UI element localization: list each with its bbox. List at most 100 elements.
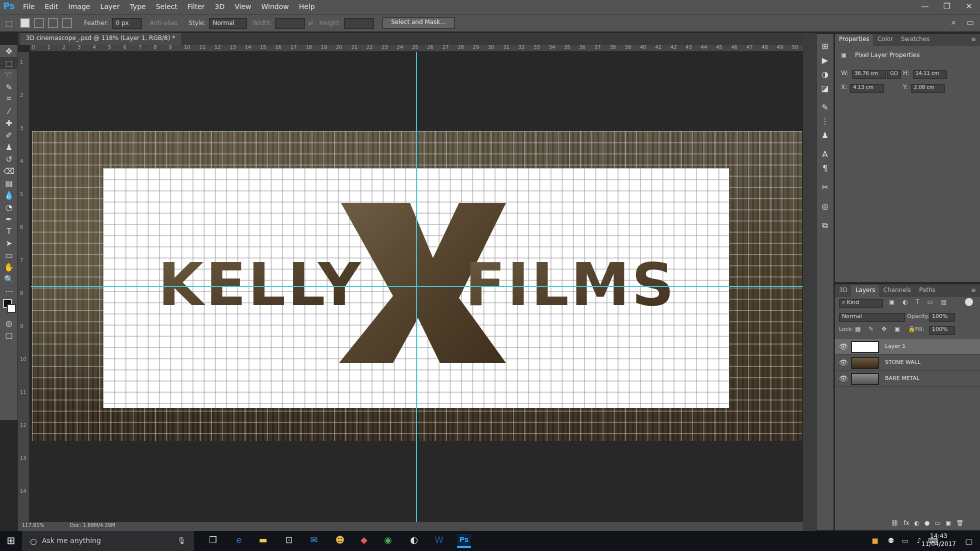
lock-icons[interactable]: ▦ ✎ ✥ ▣ 🔒 (855, 326, 919, 333)
visibility-eye-icon[interactable]: 👁 (839, 375, 848, 383)
healing-brush-tool-icon[interactable]: ✚ (0, 117, 18, 129)
edge-browser-icon[interactable]: e (232, 534, 246, 548)
new-selection-icon[interactable] (20, 18, 30, 28)
marquee-tool-preset-icon[interactable]: ⬚ (0, 17, 18, 29)
quick-mask-icon[interactable]: ◎ (0, 317, 18, 329)
visibility-eye-icon[interactable]: 👁 (839, 359, 848, 367)
screen-mode-icon[interactable]: ▢ (0, 329, 18, 341)
layer-name[interactable]: STONE WALL (885, 355, 921, 371)
microphone-icon[interactable]: 🎙 (177, 537, 186, 545)
history-panel-icon[interactable]: ⊞ (817, 40, 833, 53)
history-brush-tool-icon[interactable]: ↺ (0, 153, 18, 165)
panel-menu-icon[interactable]: ≡ (967, 34, 980, 46)
task-view-icon[interactable]: ❐ (206, 534, 220, 548)
menu-help[interactable]: Help (294, 0, 320, 14)
3d-panel-icon[interactable]: ◎ (817, 200, 833, 213)
menu-file[interactable]: File (18, 0, 40, 14)
menu-select[interactable]: Select (151, 0, 183, 14)
quick-select-tool-icon[interactable]: ✎ (0, 81, 18, 93)
tab-color[interactable]: Color (873, 34, 897, 46)
tab-swatches[interactable]: Swatches (897, 34, 934, 46)
clone-stamp-tool-icon[interactable]: ♟ (0, 141, 18, 153)
gradient-tool-icon[interactable]: ▤ (0, 177, 18, 189)
minimize-button[interactable]: — (914, 0, 936, 14)
tab-channels[interactable]: Channels (879, 285, 915, 297)
tray-network-icon[interactable]: ▭ (898, 534, 912, 548)
menu-filter[interactable]: Filter (182, 0, 209, 14)
crop-tool-icon[interactable]: ⌗ (0, 93, 18, 105)
x-input[interactable]: 4.13 cm (850, 84, 885, 93)
layer-row-bare-metal[interactable]: 👁 BARE METAL (835, 371, 980, 387)
width-input[interactable] (275, 17, 306, 29)
lasso-tool-icon[interactable]: ➰ (0, 69, 18, 81)
file-explorer-icon[interactable]: ▬ (256, 534, 270, 548)
feather-input[interactable]: 0 px (111, 17, 142, 29)
photoshop-logo[interactable]: Ps (0, 0, 18, 14)
libraries-panel-icon[interactable]: ⧉ (817, 219, 833, 232)
menu-image[interactable]: Image (63, 0, 95, 14)
word-icon[interactable]: W (432, 534, 446, 548)
tray-app-icon[interactable]: ■ (868, 534, 882, 548)
styles-panel-icon[interactable]: ◪ (817, 82, 833, 95)
taskbar-search-box[interactable]: ○ Ask me anything 🎙 (22, 531, 194, 551)
menu-type[interactable]: Type (125, 0, 151, 14)
close-button[interactable]: ✕ (958, 0, 980, 14)
zoom-tool-icon[interactable]: 🔍 (0, 273, 18, 285)
menu-edit[interactable]: Edit (40, 0, 64, 14)
w-input[interactable]: 36.76 cm (851, 70, 886, 79)
layer-name[interactable]: BARE METAL (885, 371, 920, 387)
delete-layer-icon[interactable]: 🗑 (956, 520, 964, 527)
link-dimensions-button[interactable]: GO (887, 70, 901, 79)
blend-mode-select[interactable]: Normal (839, 313, 905, 322)
layer-mask-icon[interactable]: ◐ (914, 520, 919, 527)
h-input[interactable]: 14.11 cm (912, 70, 947, 79)
brush-tool-icon[interactable]: ✐ (0, 129, 18, 141)
workspace-icon[interactable]: ▭ (966, 18, 974, 27)
new-layer-icon[interactable]: ▣ (945, 520, 951, 527)
ruler-horizontal[interactable]: 0 1 2 3 4 5 6 7 8 9 10 11 12 13 14 15 16 17 18 19 20 21 22 23 24… (30, 45, 803, 52)
link-layers-icon[interactable]: ⛓ (891, 520, 899, 527)
opacity-input[interactable]: 100% (929, 313, 955, 322)
mail-icon[interactable]: ✉ (307, 534, 321, 548)
intersect-selection-icon[interactable] (62, 18, 72, 28)
clone-source-icon[interactable]: ♟ (817, 129, 833, 142)
character-panel-icon[interactable]: A (817, 148, 833, 161)
layers-menu-icon[interactable]: ≡ (967, 285, 980, 297)
start-button-icon[interactable]: ⊞ (0, 531, 22, 551)
subtract-selection-icon[interactable] (48, 18, 58, 28)
add-selection-icon[interactable] (34, 18, 44, 28)
canvas-area[interactable]: KELLY FILMS (31, 52, 803, 522)
swap-icon[interactable]: ⇄ (308, 20, 313, 27)
layer-filter-icons[interactable]: ▣ ◐ T ▭ ▥ (889, 299, 950, 306)
layer-row-stone-wall[interactable]: 👁 STONE WALL (835, 355, 980, 371)
eyedropper-tool-icon[interactable]: ⁄ (0, 105, 18, 117)
filter-toggle-icon[interactable] (965, 298, 973, 306)
zoom-level[interactable]: 117.81% (22, 523, 44, 529)
fill-input[interactable]: 100% (929, 326, 955, 335)
menu-window[interactable]: Window (256, 0, 294, 14)
blur-tool-icon[interactable]: 💧 (0, 189, 18, 201)
y-input[interactable]: 2.08 cm (910, 84, 945, 93)
doc-size-info[interactable]: Doc: 1.88M/4.39M (70, 523, 116, 529)
select-and-mask-button[interactable]: Select and Mask... (382, 17, 455, 29)
taskbar-clock[interactable]: 14:43 11/04/2017 (921, 533, 956, 549)
path-select-tool-icon[interactable]: ➤ (0, 237, 18, 249)
tab-paths[interactable]: Paths (915, 285, 939, 297)
actions-panel-icon[interactable]: ▶ (817, 54, 833, 67)
visibility-eye-icon[interactable]: 👁 (839, 343, 848, 351)
guide-vertical[interactable] (416, 52, 417, 522)
layer-row-layer-1[interactable]: 👁 Layer 1 (835, 339, 980, 355)
hand-tool-icon[interactable]: ✋ (0, 261, 18, 273)
eraser-tool-icon[interactable]: ⌫ (0, 165, 18, 177)
app-icon-2[interactable]: ◆ (357, 534, 371, 548)
photoshop-taskbar-icon[interactable]: Ps (457, 534, 471, 548)
chrome-icon[interactable]: ◉ (381, 534, 395, 548)
marquee-tool-icon[interactable]: ⬚ (0, 57, 18, 69)
guide-horizontal[interactable] (31, 286, 803, 287)
tool-presets-icon[interactable]: ✂ (817, 181, 833, 194)
tab-3d[interactable]: 3D (835, 285, 851, 297)
brush-presets-icon[interactable]: ⋮ (817, 115, 833, 128)
layer-style-icon[interactable]: fx (904, 520, 910, 527)
dodge-tool-icon[interactable]: ◔ (0, 201, 18, 213)
type-tool-icon[interactable]: T (0, 225, 18, 237)
